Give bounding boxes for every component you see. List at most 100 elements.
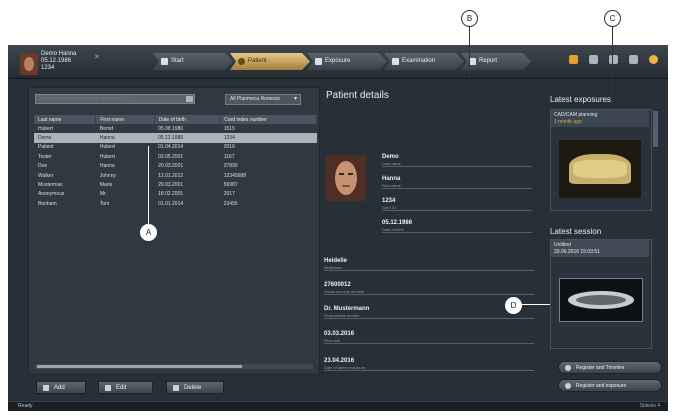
plus-icon bbox=[43, 385, 49, 391]
step-exposure[interactable]: Exposure bbox=[307, 53, 387, 70]
exposure-thumbnail[interactable] bbox=[559, 140, 641, 198]
table-cell: Doe bbox=[38, 163, 48, 170]
exposures-scrollbar[interactable] bbox=[653, 111, 658, 147]
column-header[interactable]: First name bbox=[95, 115, 155, 124]
close-patient-icon[interactable]: ✕ bbox=[94, 53, 100, 61]
table-row[interactable]: Hubert Bernd 05.08.1980 1515 bbox=[34, 124, 317, 133]
table-cell: Bernd bbox=[99, 125, 114, 132]
patient-dob: 05.12.1986 bbox=[41, 58, 72, 64]
scrollbar-thumb[interactable] bbox=[37, 365, 242, 368]
current-patient-info: Demo Hanna 05.12.1986 1234 bbox=[41, 51, 76, 72]
delete-button[interactable]: Delete bbox=[166, 381, 224, 394]
table-cell: Mr. bbox=[99, 191, 107, 198]
table-cell: 1515 bbox=[223, 125, 235, 132]
table-row[interactable]: Patient Hubert 01.04.2014 2016 bbox=[34, 143, 317, 152]
table-row[interactable]: Mustermax Marie 29.03.2001 56987 bbox=[34, 180, 317, 189]
detail-field: Demo Last name bbox=[382, 153, 532, 167]
table-cell: Hanna bbox=[95, 133, 155, 143]
table-cell: 12.01.2012 bbox=[158, 172, 184, 179]
table-row[interactable]: Demo Hanna 05.12.1986 1234 bbox=[34, 133, 317, 143]
search-icon[interactable] bbox=[186, 96, 193, 102]
application-window: Demo Hanna 05.12.1986 1234 ✕ Start Patie… bbox=[8, 45, 668, 411]
callout-b: B bbox=[461, 10, 478, 27]
register-timeline-button[interactable]: Register and Timeline bbox=[558, 361, 662, 374]
folder-icon[interactable] bbox=[569, 55, 579, 64]
status-version: Sidexis 4 bbox=[639, 403, 660, 409]
trash-icon bbox=[173, 385, 179, 391]
panoramic-xray-thumbnail[interactable] bbox=[559, 278, 643, 322]
table-cell: Mustermax bbox=[38, 182, 63, 189]
callout-c: C bbox=[604, 10, 621, 27]
detail-field: Hanna First name bbox=[382, 175, 532, 189]
callout-b-line bbox=[469, 26, 470, 104]
status-text: Ready bbox=[18, 403, 33, 409]
session-header[interactable]: Untitled 20.06.2016 15:03:51 bbox=[551, 240, 649, 257]
detail-field: Heidelie Birthplace bbox=[324, 257, 534, 271]
detail-field: 1234 Card ID bbox=[382, 197, 532, 211]
table-cell: Bonham bbox=[38, 200, 57, 207]
top-bar: Demo Hanna 05.12.1986 1234 ✕ Start Patie… bbox=[8, 45, 668, 79]
step-start[interactable]: Start bbox=[153, 53, 233, 70]
table-cell: Walker bbox=[38, 172, 54, 179]
exposure-selector[interactable]: CAD/CAM planning 1 month ago bbox=[551, 110, 649, 127]
callout-d: D bbox=[505, 297, 522, 314]
person-icon bbox=[238, 58, 245, 65]
table-row[interactable]: Tester Hubert 03.05.2001 1167 bbox=[34, 152, 317, 161]
pencil-icon bbox=[105, 385, 111, 391]
patient-list-panel: All Planmeca Romexis ▾ Last name First n… bbox=[28, 87, 320, 375]
latest-session-heading: Latest session bbox=[550, 227, 602, 236]
table-cell: 56987 bbox=[223, 182, 238, 189]
callout-a-line bbox=[148, 146, 149, 226]
table-cell: Anonymous bbox=[38, 191, 65, 198]
edit-button[interactable]: Edit bbox=[98, 381, 153, 394]
table-cell: 18.02.2001 bbox=[158, 191, 184, 198]
callout-d-line bbox=[522, 304, 550, 305]
patient-table: Last name First name Date of birth Card … bbox=[34, 115, 317, 209]
column-header[interactable]: Date of birth bbox=[154, 115, 221, 124]
detail-field: 27600012 Social security number bbox=[324, 281, 534, 295]
tools-icon[interactable] bbox=[589, 55, 599, 64]
table-row[interactable]: Walker Johnny 12.01.2012 12345688 bbox=[34, 171, 317, 180]
table-row[interactable]: Doe Hanna 20.03.2001 37890 bbox=[34, 162, 317, 171]
details-title: Patient details bbox=[326, 90, 389, 101]
table-cell: 20.03.2001 bbox=[158, 163, 184, 170]
chevron-down-icon: ▾ bbox=[293, 96, 297, 102]
horizontal-scrollbar[interactable] bbox=[35, 364, 313, 369]
table-cell: Hubert bbox=[38, 125, 54, 132]
callout-a: A bbox=[140, 224, 157, 241]
filter-dropdown[interactable]: All Planmeca Romexis ▾ bbox=[225, 94, 301, 105]
table-cell: Johnny bbox=[99, 172, 116, 179]
table-cell: Toni bbox=[99, 200, 110, 207]
table-cell: 2016 bbox=[223, 144, 235, 151]
table-cell: Tester bbox=[38, 153, 52, 160]
table-row[interactable]: Bonham Toni 01.01.2014 23455 bbox=[34, 199, 317, 208]
latest-session-panel[interactable]: Untitled 20.06.2016 15:03:51 bbox=[550, 239, 652, 349]
detail-field: 05.12.1986 Date of birth bbox=[382, 219, 532, 233]
step-examination[interactable]: Examination bbox=[384, 53, 464, 70]
table-cell: 37890 bbox=[223, 163, 238, 170]
register-exposure-button[interactable]: Register and exposure bbox=[558, 379, 662, 392]
latest-exposures-panel[interactable]: CAD/CAM planning 1 month ago bbox=[550, 109, 652, 211]
table-cell: Hubert bbox=[99, 144, 115, 151]
step-patient[interactable]: Patient bbox=[230, 53, 310, 70]
add-button[interactable]: Add bbox=[36, 381, 86, 394]
column-header[interactable]: Last name bbox=[34, 115, 97, 124]
table-cell: 1167 bbox=[223, 153, 235, 160]
latest-exposures-heading: Latest exposures bbox=[550, 95, 611, 104]
table-cell: Patient bbox=[38, 144, 54, 151]
patient-avatar[interactable] bbox=[20, 53, 38, 75]
search-input[interactable] bbox=[36, 95, 182, 103]
table-row[interactable]: Anonymous Mr. 18.02.2001 2017 bbox=[34, 190, 317, 199]
status-bar: Ready Sidexis 4 bbox=[8, 401, 668, 411]
table-cell: 01.04.2014 bbox=[158, 144, 184, 151]
monitor-icon[interactable] bbox=[629, 55, 639, 64]
table-cell: 05.12.1986 bbox=[154, 133, 220, 143]
search-field[interactable] bbox=[35, 94, 195, 104]
column-header[interactable]: Card index number bbox=[219, 115, 317, 124]
gear-icon[interactable] bbox=[609, 55, 619, 64]
callout-c-line bbox=[612, 26, 613, 104]
table-cell: 01.01.2014 bbox=[158, 200, 184, 207]
step-report[interactable]: Report bbox=[461, 53, 531, 70]
home-icon bbox=[161, 58, 168, 65]
user-icon[interactable] bbox=[649, 55, 658, 64]
